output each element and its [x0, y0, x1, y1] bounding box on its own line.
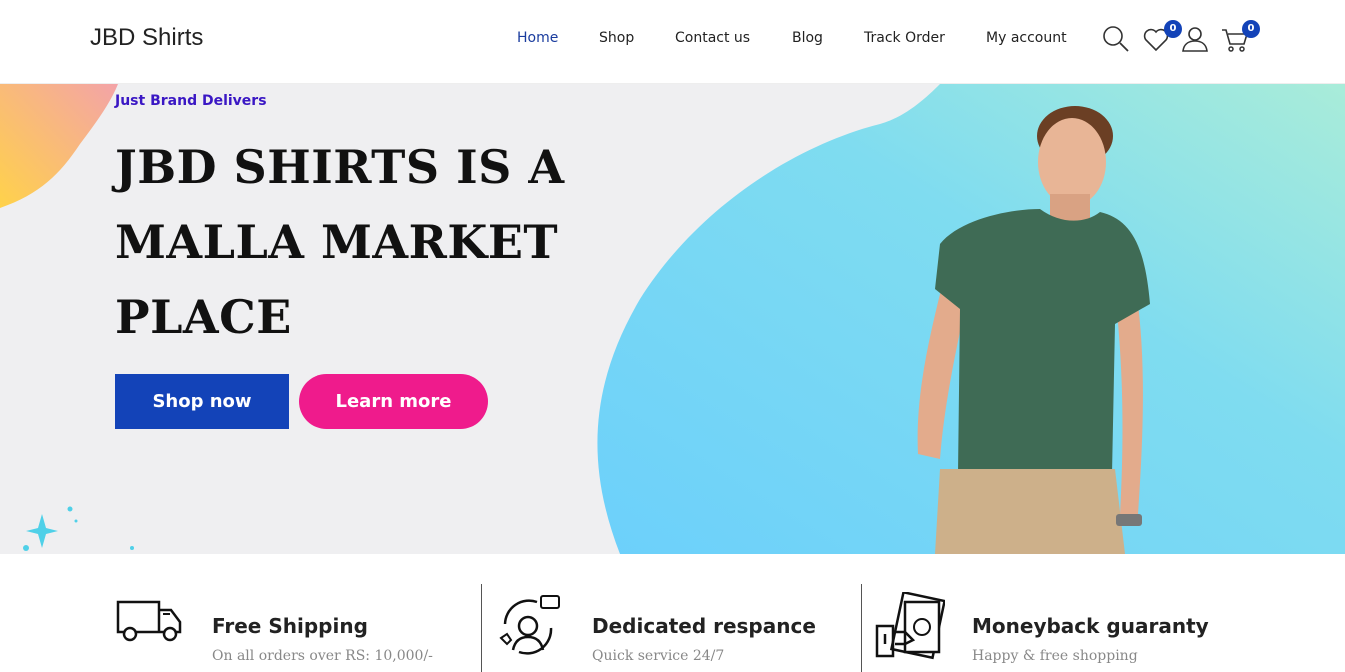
features-strip: Free Shipping On all orders over RS: 10,…	[0, 554, 1345, 672]
feature-subtitle: Quick service 24/7	[592, 648, 725, 664]
feature-title: Moneyback guaranty	[972, 614, 1209, 638]
site-logo[interactable]: JBD Shirts	[90, 24, 203, 52]
search-icon[interactable]	[1101, 24, 1131, 54]
cart-count-badge: 0	[1242, 20, 1260, 38]
nav-blog[interactable]: Blog	[792, 30, 823, 46]
feature-divider	[861, 584, 862, 672]
hero-tagline: Just Brand Delivers	[115, 93, 267, 109]
nav-contact-us[interactable]: Contact us	[675, 30, 750, 46]
hero-headline: JBD SHIRTS IS A MALLA MARKET PLACE	[115, 140, 565, 344]
nav-track-order[interactable]: Track Order	[864, 30, 945, 46]
feature-divider	[481, 584, 482, 672]
nav-home[interactable]: Home	[517, 30, 558, 46]
hero-banner: Just Brand Delivers JBD SHIRTS IS A MALL…	[0, 84, 1345, 554]
support-agent-icon	[499, 595, 560, 655]
truck-icon	[116, 600, 182, 642]
feature-subtitle: Happy & free shopping	[972, 648, 1138, 664]
site-header: JBD Shirts Home Shop Contact us Blog Tra…	[0, 0, 1345, 84]
feature-title: Dedicated respance	[592, 614, 816, 638]
nav-shop[interactable]: Shop	[599, 30, 634, 46]
user-icon[interactable]	[1180, 24, 1210, 54]
nav-my-account[interactable]: My account	[986, 30, 1067, 46]
feature-subtitle: On all orders over RS: 10,000/-	[212, 648, 433, 664]
shop-now-button[interactable]: Shop now	[115, 374, 289, 429]
money-hand-icon	[875, 592, 945, 660]
hero-model-image	[917, 106, 1150, 554]
feature-title: Free Shipping	[212, 614, 368, 638]
learn-more-button[interactable]: Learn more	[299, 374, 488, 429]
